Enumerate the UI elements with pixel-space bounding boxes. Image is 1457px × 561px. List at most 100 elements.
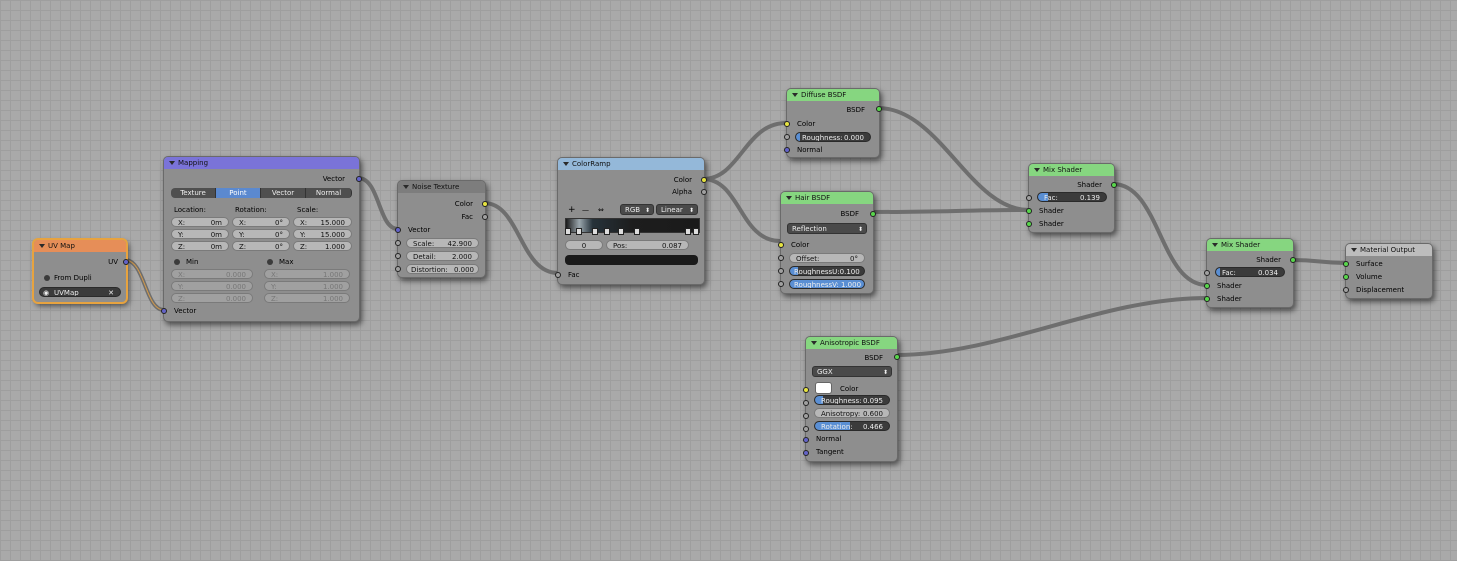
rotation-x-field[interactable]: X: 0°: [232, 217, 290, 227]
aniso-tangent-socket[interactable]: [803, 450, 809, 456]
flip-ramp-button[interactable]: ⇔: [598, 205, 604, 215]
active-stop-index[interactable]: 0: [565, 240, 603, 250]
aniso-rotation-field[interactable]: Rotation: 0.466: [814, 421, 890, 431]
noise-color-socket[interactable]: [482, 201, 488, 207]
max-x-field[interactable]: X: 1.000: [264, 269, 350, 279]
stop-color-swatch[interactable]: [565, 255, 698, 265]
mix1-shader2-socket[interactable]: [1026, 221, 1032, 227]
min-checkbox[interactable]: [174, 259, 180, 265]
max-z-field[interactable]: Z: 1.000: [264, 293, 350, 303]
uvmap-node-header[interactable]: UV Map: [34, 240, 126, 252]
min-z-field[interactable]: Z: 0.000: [171, 293, 253, 303]
noise-fac-socket[interactable]: [482, 214, 488, 220]
aniso-rotation-socket[interactable]: [803, 426, 809, 432]
colorramp-fac-socket[interactable]: [555, 272, 561, 278]
mapping-output-socket[interactable]: [356, 176, 362, 182]
mix1-shader-output-socket[interactable]: [1111, 182, 1117, 188]
mapping-node-header[interactable]: Mapping: [164, 157, 359, 169]
aniso-bsdf-socket[interactable]: [894, 354, 900, 360]
interpolation-dropdown[interactable]: Linear: [656, 204, 698, 216]
noise-vector-socket[interactable]: [395, 227, 401, 233]
mapping-node[interactable]: Mapping Vector Texture Point Vector Norm…: [161, 156, 362, 322]
aniso-color-swatch[interactable]: [815, 382, 832, 394]
add-stop-button[interactable]: +: [568, 205, 576, 215]
aniso-distribution-dropdown[interactable]: GGX: [812, 366, 892, 378]
hair-offset-field[interactable]: Offset: 0°: [789, 253, 865, 263]
uvmap-node[interactable]: UV Map UV From Dupli ◉ UVMap ✕: [33, 239, 129, 303]
location-x-field[interactable]: X: 0m: [171, 217, 229, 227]
aniso-anisotropy-field[interactable]: Anisotropy: 0.600: [814, 408, 890, 418]
hair-bsdf-socket[interactable]: [870, 211, 876, 217]
hair-component-dropdown[interactable]: Reflection: [787, 223, 867, 235]
scale-x-field[interactable]: X: 15.000: [293, 217, 352, 227]
min-y-field[interactable]: Y: 0.000: [171, 281, 253, 291]
aniso-color-socket[interactable]: [803, 387, 809, 393]
aniso-anisotropy-socket[interactable]: [803, 413, 809, 419]
max-checkbox[interactable]: [267, 259, 273, 265]
mix2-fac-field[interactable]: Fac: 0.034: [1215, 267, 1285, 277]
tab-point[interactable]: Point: [216, 188, 261, 198]
noise-node-header[interactable]: Noise Texture: [398, 181, 485, 193]
scale-z-field[interactable]: Z: 1.000: [293, 241, 352, 251]
color-stop-markers[interactable]: [565, 228, 699, 235]
aniso-normal-socket[interactable]: [803, 437, 809, 443]
colorramp-node-header[interactable]: ColorRamp: [558, 158, 704, 170]
noise-scale-socket[interactable]: [395, 240, 401, 246]
mix-shader-node-2[interactable]: Mix Shader Shader Fac: 0.034 Shader Shade…: [1204, 238, 1296, 308]
mix1-shader1-socket[interactable]: [1026, 208, 1032, 214]
tab-texture[interactable]: Texture: [171, 188, 216, 198]
diffuse-roughness-socket[interactable]: [784, 134, 790, 140]
output-displacement-socket[interactable]: [1343, 287, 1349, 293]
location-y-field[interactable]: Y: 0m: [171, 229, 229, 239]
uvmap-field[interactable]: ◉ UVMap ✕: [39, 287, 121, 297]
noise-detail-socket[interactable]: [395, 253, 401, 259]
anisotropic-bsdf-node[interactable]: Anisotropic BSDF BSDF GGX Color Roughnes…: [803, 336, 900, 462]
diffuse-node-header[interactable]: Diffuse BSDF: [787, 89, 879, 101]
noise-detail-field[interactable]: Detail: 2.000: [406, 251, 479, 261]
max-y-field[interactable]: Y: 1.000: [264, 281, 350, 291]
noise-scale-field[interactable]: Scale: 42.900: [406, 238, 479, 248]
colorramp-color-socket[interactable]: [701, 177, 707, 183]
noise-texture-node[interactable]: Noise Texture Color Fac Vector Scale: 42.…: [395, 180, 488, 278]
diffuse-bsdf-node[interactable]: Diffuse BSDF BSDF Color Roughness: 0.000 …: [784, 88, 882, 158]
hair-roughness-v-field[interactable]: RoughnessV: 1.000: [789, 279, 865, 289]
aniso-roughness-field[interactable]: Roughness: 0.095: [814, 395, 890, 405]
noise-distortion-field[interactable]: Distortion: 0.000: [406, 264, 479, 274]
hair-offset-socket[interactable]: [778, 255, 784, 261]
tab-normal[interactable]: Normal: [306, 188, 352, 198]
hair-bsdf-node[interactable]: Hair BSDF BSDF Reflection Color Offset:0…: [778, 191, 876, 294]
output-surface-socket[interactable]: [1343, 261, 1349, 267]
hair-node-header[interactable]: Hair BSDF: [781, 192, 873, 204]
mix2-shader-output-socket[interactable]: [1290, 257, 1296, 263]
mix2-node-header[interactable]: Mix Shader: [1207, 239, 1293, 251]
remove-stop-button[interactable]: —: [582, 205, 589, 215]
output-node-header[interactable]: Material Output: [1346, 244, 1432, 256]
mix1-node-header[interactable]: Mix Shader: [1029, 164, 1114, 176]
diffuse-roughness-field[interactable]: Roughness: 0.000: [795, 132, 871, 142]
uvmap-output-socket[interactable]: [123, 259, 129, 265]
mix2-fac-socket[interactable]: [1204, 270, 1210, 276]
mix-shader-node-1[interactable]: Mix Shader Shader Fac: 0.139 Shader Shade…: [1026, 163, 1117, 233]
mix2-shader2-socket[interactable]: [1204, 296, 1210, 302]
diffuse-bsdf-socket[interactable]: [876, 106, 882, 112]
scale-y-field[interactable]: Y: 15.000: [293, 229, 352, 239]
material-output-node[interactable]: Material Output Surface Volume Displacem…: [1343, 243, 1433, 299]
color-mode-dropdown[interactable]: RGB: [620, 204, 654, 216]
hair-roughness-u-field[interactable]: RoughnessU:0.100: [789, 266, 865, 276]
mix1-fac-socket[interactable]: [1026, 195, 1032, 201]
diffuse-color-socket[interactable]: [784, 121, 790, 127]
location-z-field[interactable]: Z: 0m: [171, 241, 229, 251]
clear-icon[interactable]: ✕: [108, 288, 114, 296]
colorramp-node[interactable]: ColorRamp Color Alpha + — ⇔ RGB Linear 0…: [555, 157, 707, 285]
aniso-node-header[interactable]: Anisotropic BSDF: [806, 337, 897, 349]
mapping-input-socket[interactable]: [161, 308, 167, 314]
diffuse-normal-socket[interactable]: [784, 147, 790, 153]
hair-roughness-v-socket[interactable]: [778, 281, 784, 287]
from-dupli-checkbox[interactable]: [44, 275, 50, 281]
output-volume-socket[interactable]: [1343, 274, 1349, 280]
aniso-roughness-socket[interactable]: [803, 400, 809, 406]
tab-vector[interactable]: Vector: [261, 188, 306, 198]
rotation-y-field[interactable]: Y: 0°: [232, 229, 290, 239]
noise-distortion-socket[interactable]: [395, 266, 401, 272]
colorramp-alpha-socket[interactable]: [701, 189, 707, 195]
